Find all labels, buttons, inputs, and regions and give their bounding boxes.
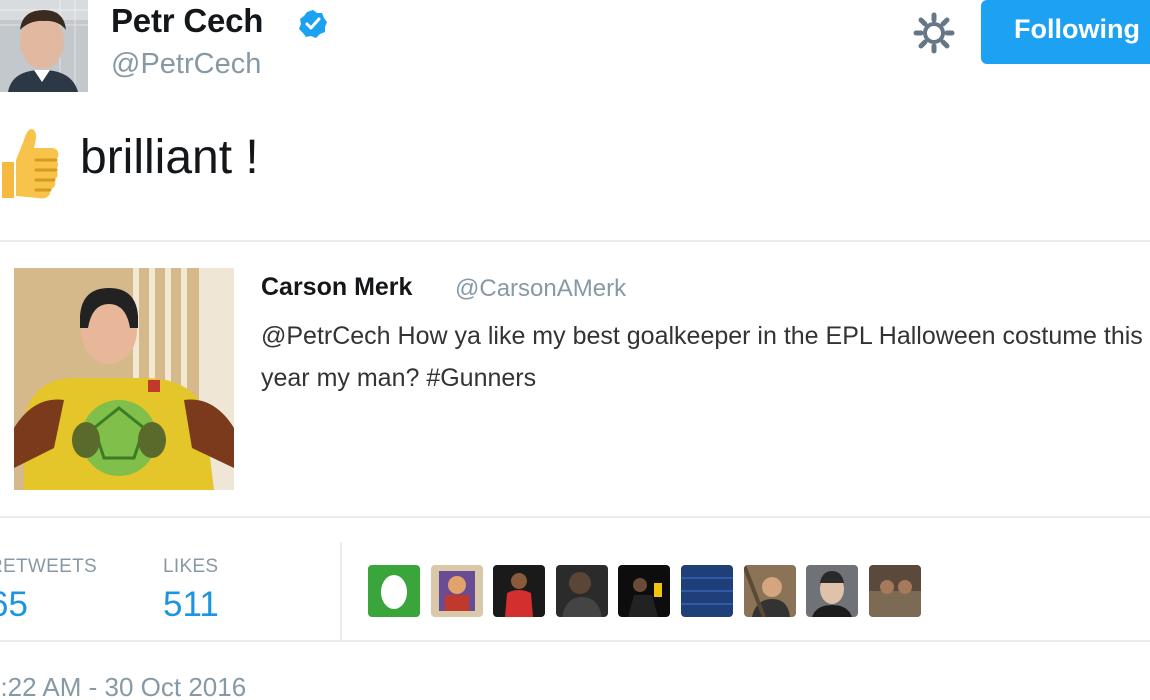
liker-avatar[interactable] bbox=[806, 565, 858, 617]
author-name[interactable]: Petr Cech bbox=[111, 2, 263, 40]
likes-label: LIKES bbox=[163, 556, 219, 577]
retweets-count[interactable]: 65 bbox=[0, 585, 28, 625]
liker-avatar[interactable] bbox=[493, 565, 545, 617]
retweets-label: RETWEETS bbox=[0, 556, 97, 577]
divider-top bbox=[0, 240, 1150, 242]
liker-avatar[interactable] bbox=[681, 565, 733, 617]
quoted-tweet-text: @PetrCech How ya like my best goalkeeper… bbox=[261, 322, 1143, 392]
divider-bottom bbox=[0, 640, 1150, 642]
tweet-text: brilliant ! bbox=[80, 131, 259, 184]
liker-avatar[interactable] bbox=[618, 565, 670, 617]
tweet-card: Petr Cech @PetrCech Following brilliant … bbox=[0, 0, 1150, 700]
liker-avatar[interactable] bbox=[431, 565, 483, 617]
following-button[interactable]: Following bbox=[981, 0, 1150, 64]
author-avatar[interactable] bbox=[0, 0, 88, 92]
liker-avatar[interactable] bbox=[869, 565, 921, 617]
verified-badge-icon bbox=[299, 10, 327, 38]
quoted-author-handle[interactable]: @CarsonAMerk bbox=[455, 275, 626, 303]
divider-middle bbox=[0, 516, 1150, 518]
author-handle[interactable]: @PetrCech bbox=[111, 48, 261, 81]
likes-count[interactable]: 511 bbox=[163, 585, 219, 625]
quoted-author-name[interactable]: Carson Merk bbox=[261, 273, 412, 302]
thumbs-up-emoji bbox=[2, 129, 59, 199]
stats-separator bbox=[340, 542, 342, 640]
liker-avatar[interactable] bbox=[368, 565, 420, 617]
tweet-timestamp[interactable]: 1:22 AM - 30 Oct 2016 bbox=[0, 672, 246, 700]
gear-icon[interactable] bbox=[913, 12, 955, 54]
liker-avatar[interactable] bbox=[556, 565, 608, 617]
liker-avatar[interactable] bbox=[744, 565, 796, 617]
quoted-tweet-photo[interactable] bbox=[14, 268, 234, 490]
